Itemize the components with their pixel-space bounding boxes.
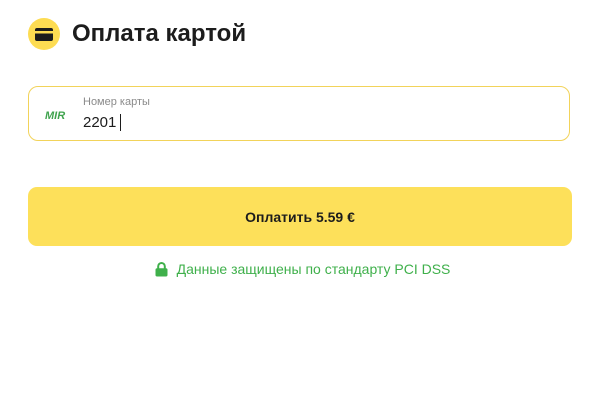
lock-icon <box>155 261 168 277</box>
security-note: Данные защищены по стандарту PCI DSS <box>0 261 605 277</box>
payment-page: Оплата картой MIR Номер карты 2201 Оплат… <box>0 0 605 405</box>
card-number-value: 2201 <box>83 113 117 131</box>
page-title: Оплата картой <box>72 20 247 47</box>
card-number-field[interactable]: MIR Номер карты 2201 <box>28 86 570 141</box>
pay-button[interactable]: Оплатить 5.59 € <box>28 187 572 246</box>
card-number-input[interactable]: 2201 <box>83 112 122 132</box>
security-text: Данные защищены по стандарту PCI DSS <box>176 261 451 277</box>
card-number-label: Номер карты <box>83 96 150 108</box>
svg-text:MIR: MIR <box>45 110 65 120</box>
mir-logo-icon: MIR <box>45 110 65 120</box>
header: Оплата картой <box>28 18 246 50</box>
text-caret <box>120 113 122 131</box>
card-icon <box>28 18 60 50</box>
